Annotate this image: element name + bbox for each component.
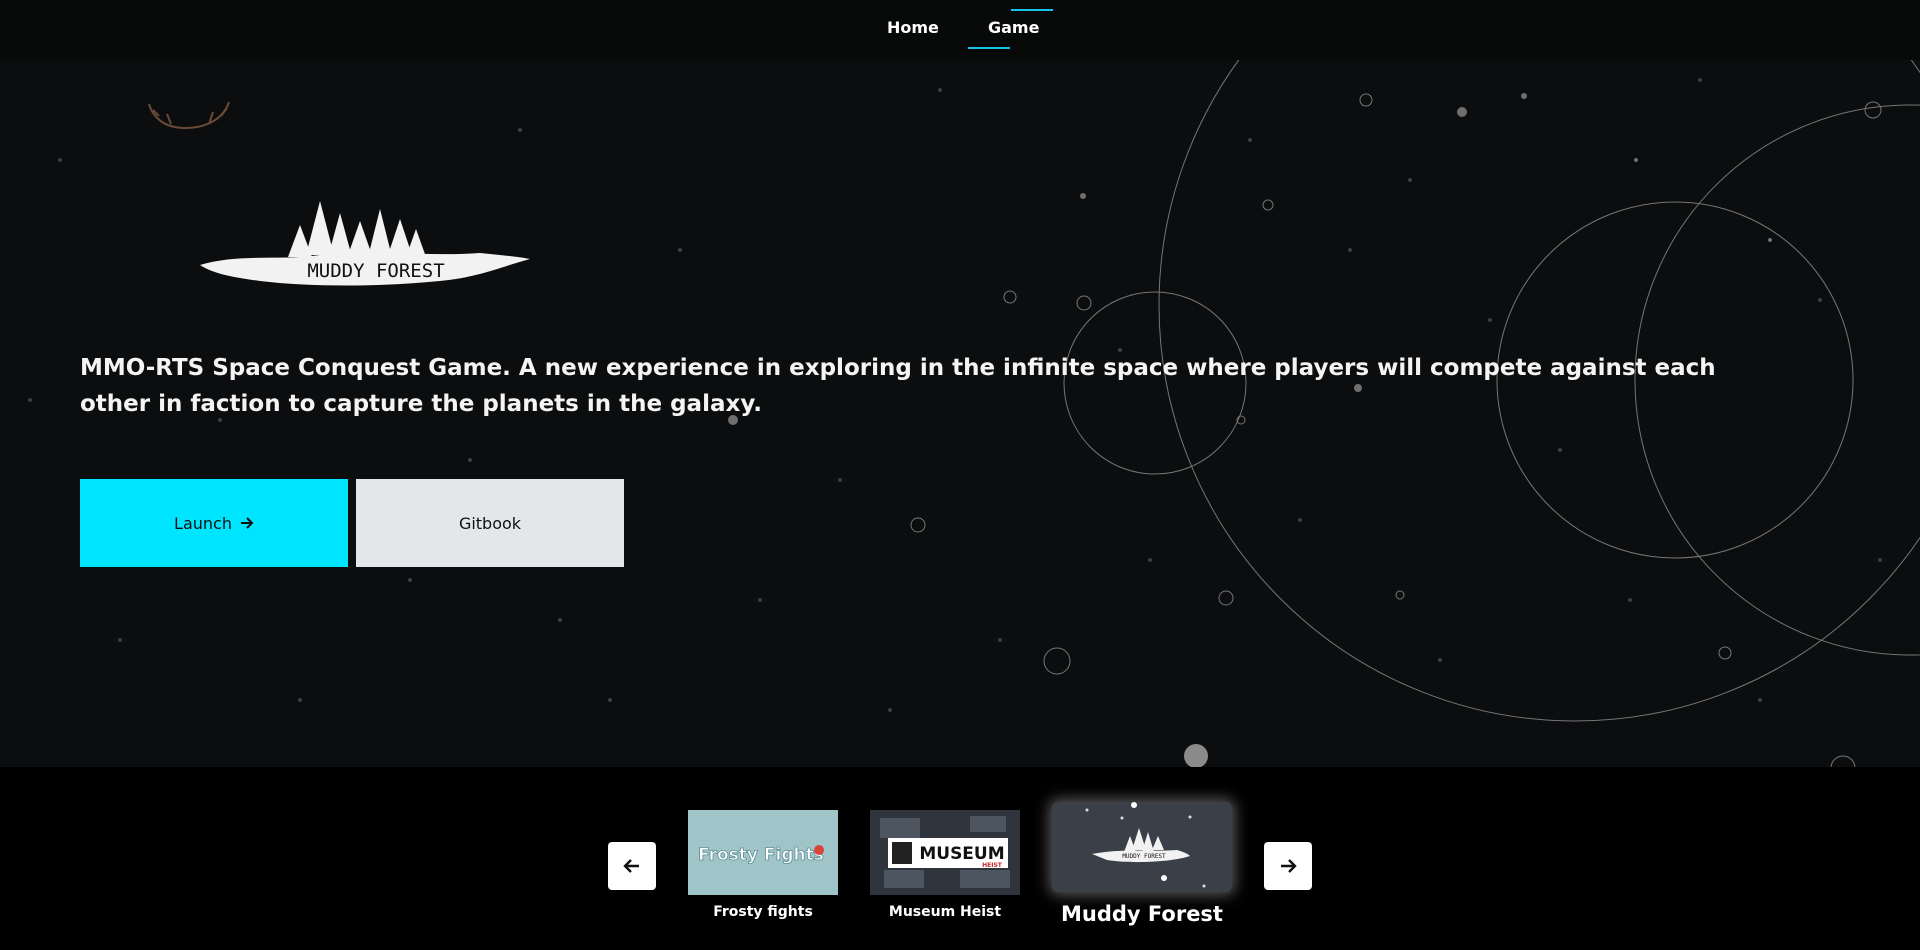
gitbook-button[interactable]: Gitbook bbox=[356, 479, 624, 567]
arrow-right-icon bbox=[240, 517, 254, 529]
hero-section: MUDDY FOREST MMO-RTS Space Conquest Game… bbox=[0, 0, 1920, 767]
frosty-thumb-text: Frosty Fights bbox=[698, 845, 824, 865]
nav-home-link[interactable]: Home bbox=[887, 18, 939, 37]
accent-line bbox=[1011, 9, 1053, 11]
frosty-fights-label: Frosty fights bbox=[713, 904, 813, 920]
launch-label: Launch bbox=[174, 513, 232, 533]
decorative-antler-icon bbox=[148, 101, 230, 130]
launch-button[interactable]: Launch bbox=[80, 479, 348, 567]
logo-text: MUDDY FOREST bbox=[307, 260, 444, 282]
arrow-left-icon bbox=[623, 859, 639, 873]
muddy-thumb-text: MUDDY FOREST bbox=[1122, 853, 1166, 860]
muddy-forest-label: Muddy Forest bbox=[1061, 902, 1223, 926]
muddy-forest-logo: MUDDY FOREST bbox=[200, 201, 530, 286]
game-description: MMO-RTS Space Conquest Game. A new exper… bbox=[80, 355, 1716, 417]
active-tab-indicator bbox=[968, 47, 1010, 49]
top-navbar: Home Game bbox=[0, 0, 1920, 60]
arrow-right-icon bbox=[1281, 859, 1297, 873]
museum-building-icon bbox=[892, 842, 912, 864]
carousel-next-button[interactable] bbox=[1264, 842, 1312, 890]
museum-thumb-text: MUSEUM bbox=[919, 844, 1004, 864]
gitbook-label: Gitbook bbox=[458, 513, 522, 533]
heist-thumb-text: HEIST bbox=[982, 862, 1003, 869]
frosty-fights-thumbnail[interactable]: Frosty Fights bbox=[688, 810, 838, 895]
museum-heist-thumbnail[interactable]: MUSEUM HEIST bbox=[870, 810, 1020, 895]
nav-game-link[interactable]: Game bbox=[988, 18, 1039, 37]
santa-hat-icon bbox=[814, 845, 824, 855]
carousel-prev-button[interactable] bbox=[608, 842, 656, 890]
muddy-forest-thumbnail[interactable]: MUDDY FOREST bbox=[1052, 802, 1232, 892]
museum-heist-label: Museum Heist bbox=[888, 904, 1002, 920]
